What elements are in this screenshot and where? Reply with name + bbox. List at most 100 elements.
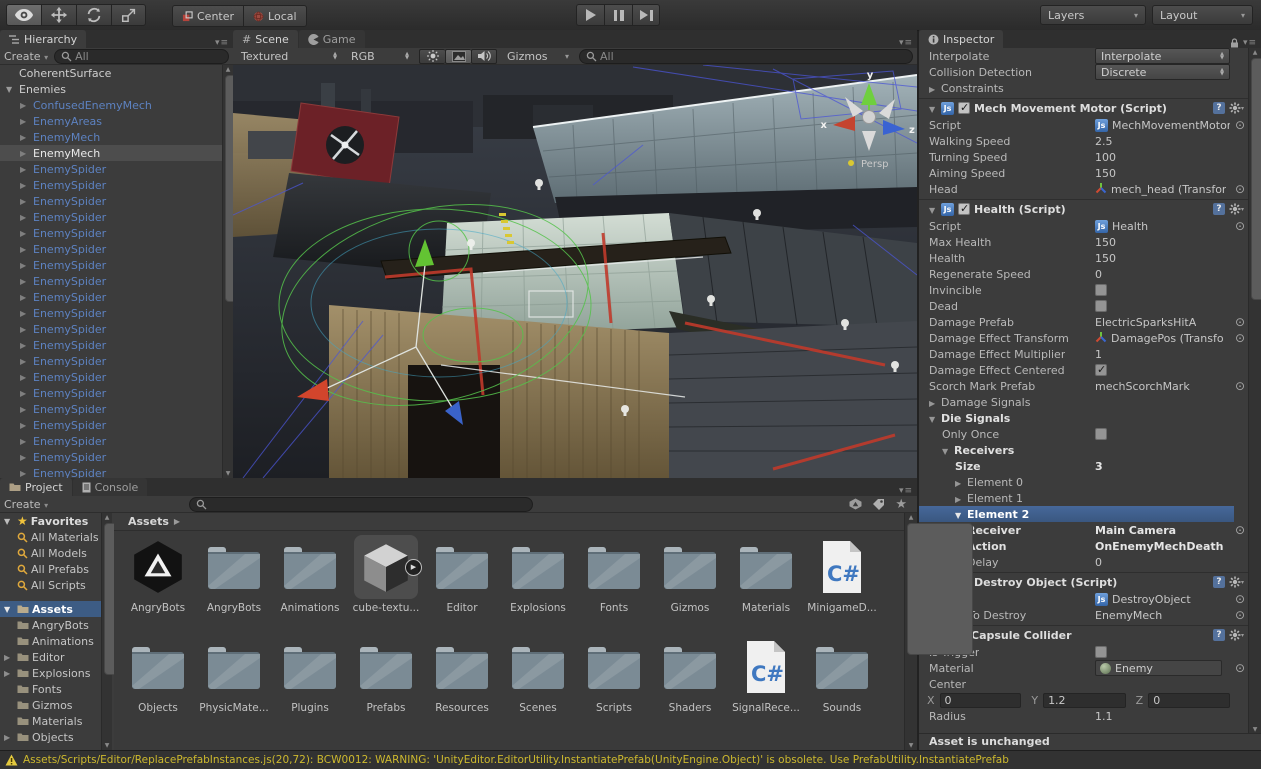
asset-tile[interactable]: C# ▶ Editor: [424, 535, 500, 635]
hierarchy-item[interactable]: EnemyAreas: [0, 113, 222, 129]
breadcrumb[interactable]: Assets▶: [114, 513, 904, 531]
favorite-search-item[interactable]: All Prefabs: [0, 561, 112, 577]
tab-inspector[interactable]: Inspector: [919, 30, 1003, 48]
foldout-arrow[interactable]: [20, 389, 33, 398]
move-tool-button[interactable]: [41, 4, 76, 26]
foldout-arrow[interactable]: [20, 229, 33, 238]
foldout-arrow[interactable]: [20, 117, 33, 126]
folder-tree-item[interactable]: Editor: [0, 649, 112, 665]
step-button[interactable]: [632, 4, 660, 26]
asset-tile[interactable]: C# ▶ MinigameD...: [804, 535, 880, 635]
hierarchy-item[interactable]: CoherentSurface: [0, 65, 222, 81]
project-search-input[interactable]: [189, 497, 533, 512]
hierarchy-item[interactable]: EnemySpider: [0, 433, 222, 449]
property-value[interactable]: OnEnemyMechDeath: [1095, 540, 1223, 553]
hierarchy-item[interactable]: EnemyMech: [0, 129, 222, 145]
hierarchy-item[interactable]: EnemySpider: [0, 225, 222, 241]
foldout-arrow[interactable]: [20, 261, 33, 270]
pause-button[interactable]: [604, 4, 632, 26]
foldout-arrow[interactable]: [4, 653, 14, 662]
component-enabled-checkbox[interactable]: [958, 102, 970, 114]
object-picker-icon[interactable]: ⊙: [1235, 314, 1245, 330]
foldout-arrow[interactable]: [942, 444, 954, 457]
tree-scrollbar[interactable]: ▲ ▼: [101, 513, 112, 750]
foldout-arrow[interactable]: [20, 149, 33, 158]
property-checkbox[interactable]: [1095, 646, 1107, 658]
foldout-arrow[interactable]: [20, 197, 33, 206]
asset-tile[interactable]: C# ▶ Sounds: [804, 635, 880, 735]
foldout-arrow[interactable]: [20, 341, 33, 350]
foldout-arrow[interactable]: [955, 476, 967, 489]
tab-game[interactable]: Game: [299, 30, 365, 48]
hierarchy-item[interactable]: EnemySpider: [0, 257, 222, 273]
asset-tile[interactable]: C# ▶ Shaders: [652, 635, 728, 735]
property-checkbox[interactable]: [1095, 364, 1107, 376]
property-checkbox[interactable]: [1095, 428, 1107, 440]
property-value[interactable]: Health: [1112, 220, 1148, 233]
folder-tree-item[interactable]: AngryBots: [0, 617, 112, 633]
property-dropdown[interactable]: Interpolate ▲▼: [1095, 48, 1230, 64]
foldout-arrow[interactable]: [20, 181, 33, 190]
space-toggle-button[interactable]: Local: [243, 5, 307, 27]
panel-menu-icon[interactable]: ▾≡: [1243, 38, 1257, 48]
help-icon[interactable]: ?: [1213, 629, 1225, 641]
hierarchy-item[interactable]: EnemySpider: [0, 289, 222, 305]
material-field[interactable]: Enemy: [1095, 660, 1222, 676]
saved-search-star-icon[interactable]: ★: [895, 498, 907, 511]
pivot-toggle-button[interactable]: Center: [172, 5, 243, 27]
foldout-arrow[interactable]: [20, 101, 33, 110]
object-picker-icon[interactable]: ⊙: [1235, 181, 1245, 197]
asset-tile[interactable]: C# ▶ AngryBots: [196, 535, 272, 635]
draw-mode-dropdown[interactable]: Textured▲▼: [237, 49, 341, 64]
object-picker-icon[interactable]: ⊙: [1235, 330, 1245, 346]
hierarchy-item[interactable]: EnemySpider: [0, 209, 222, 225]
object-picker-icon[interactable]: ⊙: [1235, 378, 1245, 394]
foldout-arrow[interactable]: [20, 325, 33, 334]
scene-lighting-toggle[interactable]: [419, 49, 445, 64]
foldout-arrow[interactable]: [955, 508, 967, 521]
tab-scene[interactable]: # Scene: [233, 30, 298, 48]
scene-viewport[interactable]: y x z Persp: [233, 65, 917, 478]
scene-search-input[interactable]: All: [579, 49, 913, 64]
hierarchy-item[interactable]: EnemySpider: [0, 465, 222, 478]
foldout-arrow[interactable]: [20, 373, 33, 382]
property-checkbox[interactable]: [1095, 300, 1107, 312]
property-value[interactable]: DestroyObject: [1112, 593, 1191, 606]
asset-tile[interactable]: C# ▶ Materials: [728, 535, 804, 635]
object-picker-icon[interactable]: ⊙: [1235, 591, 1245, 607]
object-picker-icon[interactable]: ⊙: [1235, 218, 1245, 234]
foldout-arrow[interactable]: [20, 293, 33, 302]
favorite-search-item[interactable]: All Scripts: [0, 577, 112, 593]
foldout-arrow[interactable]: [6, 85, 19, 94]
property-value[interactable]: 1: [1095, 348, 1102, 361]
folder-tree-item[interactable]: Materials: [0, 713, 112, 729]
hierarchy-item[interactable]: EnemySpider: [0, 273, 222, 289]
project-create-button[interactable]: Create ▾: [4, 498, 48, 511]
tab-console[interactable]: Console: [73, 478, 148, 496]
foldout-arrow[interactable]: [20, 405, 33, 414]
asset-tile[interactable]: C# ▶ Objects: [120, 635, 196, 735]
property-dropdown[interactable]: Discrete ▲▼: [1095, 64, 1230, 80]
object-picker-icon[interactable]: ⊙: [1235, 660, 1245, 676]
asset-tile[interactable]: C# ▶ SignalRece...: [728, 635, 804, 735]
foldout-arrow[interactable]: [20, 245, 33, 254]
asset-tile[interactable]: C# ▶ Scripts: [576, 635, 652, 735]
scene-effects-toggle[interactable]: [445, 49, 471, 64]
property-value[interactable]: EnemyMech: [1095, 609, 1162, 622]
foldout-arrow[interactable]: [4, 669, 14, 678]
property-value[interactable]: ElectricSparksHitA: [1095, 316, 1196, 329]
foldout-arrow[interactable]: [20, 437, 33, 446]
help-icon[interactable]: ?: [1213, 102, 1225, 114]
hierarchy-item[interactable]: EnemySpider: [0, 449, 222, 465]
asset-tile[interactable]: C# ▶ Gizmos: [652, 535, 728, 635]
hierarchy-item[interactable]: EnemySpider: [0, 161, 222, 177]
gizmos-dropdown[interactable]: Gizmos▾: [503, 49, 573, 64]
property-value[interactable]: 0: [1095, 556, 1102, 569]
hierarchy-item[interactable]: EnemySpider: [0, 417, 222, 433]
asset-tile[interactable]: C# ▶ Animations: [272, 535, 348, 635]
foldout-arrow[interactable]: [20, 357, 33, 366]
gear-icon[interactable]: ▾: [1229, 203, 1244, 215]
asset-tile[interactable]: C# ▶ Explosions: [500, 535, 576, 635]
property-value[interactable]: Main Camera: [1095, 524, 1176, 537]
play-button[interactable]: [576, 4, 604, 26]
